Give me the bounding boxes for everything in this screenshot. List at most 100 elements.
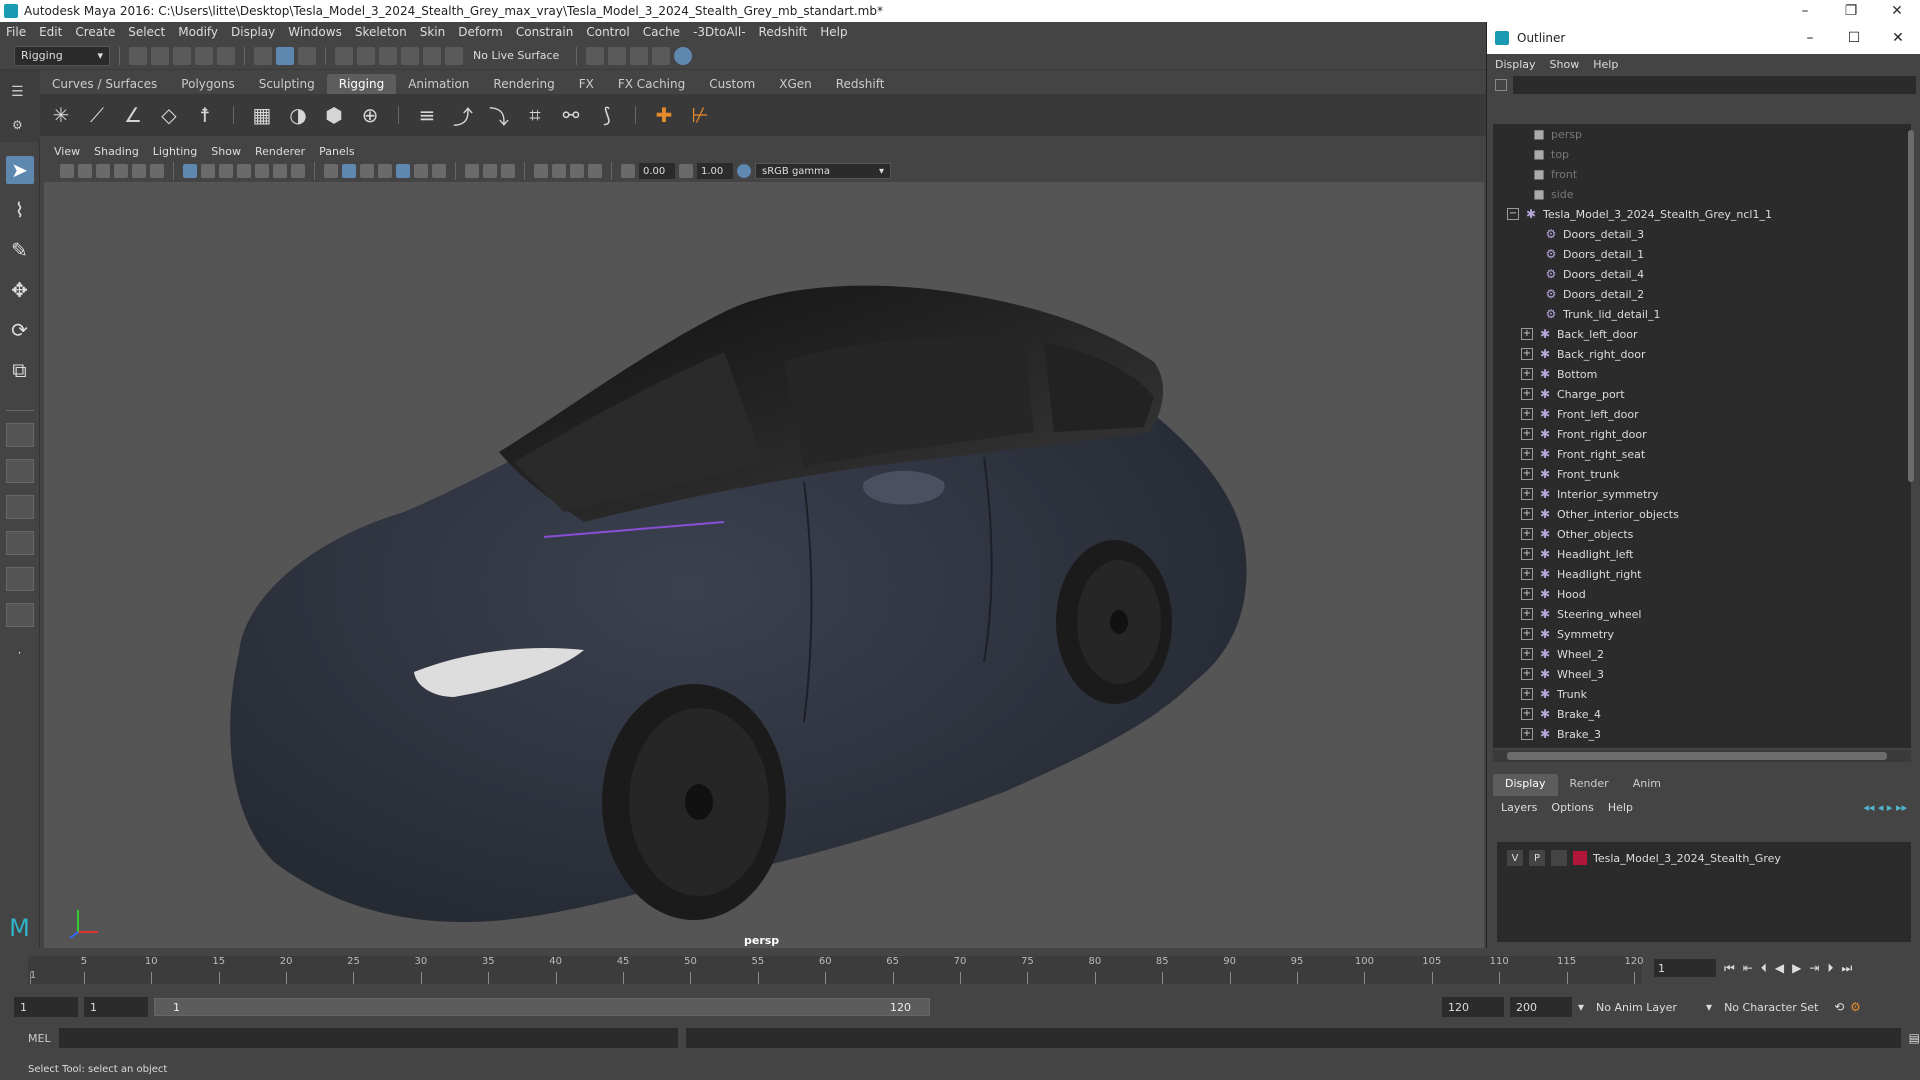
go-to-end-button[interactable]: ⏭ — [1841, 961, 1852, 976]
tree-row-group[interactable]: + ✱ Front_right_door — [1493, 424, 1911, 444]
menu-skin[interactable]: Skin — [420, 25, 446, 39]
textured-icon[interactable] — [396, 164, 410, 178]
bookmark-icon[interactable] — [96, 164, 110, 178]
expand-icon[interactable]: + — [1521, 408, 1533, 420]
new-scene-icon[interactable] — [129, 46, 147, 65]
tab-fx[interactable]: FX — [567, 74, 606, 94]
antialiasing-icon[interactable] — [570, 164, 584, 178]
layer-visibility-toggle[interactable]: V — [1507, 850, 1523, 866]
2d-pan-zoom-icon[interactable] — [132, 164, 146, 178]
tab-polygons[interactable]: Polygons — [169, 74, 246, 94]
tab-curves-surfaces[interactable]: Curves / Surfaces — [40, 74, 169, 94]
tree-row-group[interactable]: + ✱ Charge_port — [1493, 384, 1911, 404]
view-transform-dropdown[interactable]: sRGB gamma ▾ — [755, 163, 891, 179]
soft-mod-icon[interactable]: ⊕ — [357, 102, 383, 128]
tree-row-leaf[interactable]: ⚙ Doors_detail_1 — [1493, 244, 1911, 264]
chevron-down-icon[interactable]: ▾ — [1578, 1000, 1584, 1014]
menu-file[interactable]: File — [6, 25, 26, 39]
persp-graph-layout-button[interactable] — [5, 567, 34, 591]
tree-row-camera[interactable]: ■ persp — [1493, 124, 1911, 144]
panel-menu-view[interactable]: View — [54, 145, 80, 158]
menu-select[interactable]: Select — [128, 25, 165, 39]
expand-icon[interactable]: + — [1521, 688, 1533, 700]
expand-icon[interactable]: + — [1521, 388, 1533, 400]
grease-pencil-icon[interactable] — [150, 164, 164, 178]
tree-row-group[interactable]: + ✱ Back_right_door — [1493, 344, 1911, 364]
tree-row-group[interactable]: + ✱ Symmetry — [1493, 624, 1911, 644]
menu-skeleton[interactable]: Skeleton — [355, 25, 407, 39]
tree-row-leaf[interactable]: ⚙ Doors_detail_4 — [1493, 264, 1911, 284]
script-editor-icon[interactable]: ▤ — [1909, 1031, 1920, 1045]
wireframe-icon[interactable] — [324, 164, 338, 178]
interactive-bind-icon[interactable]: ⤴ — [450, 102, 476, 129]
persp-hypershade-layout-button[interactable] — [5, 603, 34, 627]
hypershade-icon[interactable] — [652, 46, 670, 65]
safe-action-icon[interactable] — [273, 164, 287, 178]
select-hierarchy-icon[interactable] — [254, 46, 272, 65]
expand-icon[interactable]: + — [1521, 468, 1533, 480]
expand-icon[interactable]: + — [1521, 448, 1533, 460]
tab-animation[interactable]: Animation — [396, 74, 481, 94]
menu-redshift[interactable]: Redshift — [759, 25, 808, 39]
snap-point-icon[interactable] — [379, 46, 397, 65]
outliner-menu-show[interactable]: Show — [1550, 58, 1580, 71]
play-back-button[interactable]: ◀ — [1775, 961, 1784, 975]
animation-end-field[interactable]: 200 — [1510, 997, 1572, 1017]
playback-end-field[interactable]: 120 — [1442, 997, 1504, 1017]
outliner-vertical-scrollbar[interactable] — [1907, 126, 1915, 746]
expand-icon[interactable]: + — [1521, 488, 1533, 500]
play-forward-button[interactable]: ▶ — [1792, 961, 1801, 975]
layer-row[interactable]: V P Tesla_Model_3_2024_Stealth_Grey — [1497, 848, 1911, 868]
expand-icon[interactable]: + — [1521, 648, 1533, 660]
tree-row-group[interactable]: + ✱ Front_right_seat — [1493, 444, 1911, 464]
shelf-settings-icon[interactable]: ⚙ — [12, 118, 40, 132]
step-forward-key-button[interactable]: ⇥ — [1809, 961, 1819, 975]
default-material-icon[interactable] — [360, 164, 374, 178]
menu-control[interactable]: Control — [586, 25, 629, 39]
tree-row-group[interactable]: + ✱ Bottom — [1493, 364, 1911, 384]
outliner-close-button[interactable]: ✕ — [1876, 30, 1920, 46]
snap-surface-icon[interactable] — [423, 46, 441, 65]
more-layouts-icon[interactable]: · — [6, 639, 34, 667]
auto-key-icon[interactable]: ⟲ — [1834, 1000, 1844, 1014]
tree-row-group[interactable]: + ✱ Brake_4 — [1493, 704, 1911, 724]
wireframe-on-shaded-icon[interactable] — [378, 164, 392, 178]
xray-joints-icon[interactable] — [483, 164, 497, 178]
current-frame-field[interactable]: 1 — [1654, 959, 1716, 977]
expand-icon[interactable]: + — [1521, 608, 1533, 620]
perspective-viewport[interactable]: persp — [44, 182, 1484, 948]
command-language-label[interactable]: MEL — [28, 1032, 51, 1045]
color-management-icon[interactable] — [737, 164, 751, 178]
panel-menu-renderer[interactable]: Renderer — [255, 145, 305, 158]
wrap-deformer-icon[interactable]: ◑ — [285, 102, 311, 128]
tab-redshift[interactable]: Redshift — [824, 74, 897, 94]
tab-custom[interactable]: Custom — [697, 74, 767, 94]
ik-spline-icon[interactable]: ∠ — [120, 102, 146, 128]
go-to-start-button[interactable]: ⏮ — [1724, 961, 1735, 976]
move-tool-icon[interactable]: ✥ — [6, 276, 34, 304]
restore-button[interactable]: ❐ — [1828, 3, 1874, 19]
humanik-icon[interactable]: ☨ — [192, 102, 218, 128]
tab-render-layers[interactable]: Render — [1558, 774, 1621, 796]
menu-modify[interactable]: Modify — [178, 25, 218, 39]
panel-menu-shading[interactable]: Shading — [94, 145, 139, 158]
anim-layer-dropdown[interactable]: No Anim Layer — [1590, 997, 1701, 1017]
scrollbar-thumb[interactable] — [1507, 752, 1887, 760]
menu-constrain[interactable]: Constrain — [516, 25, 574, 39]
shadows-icon[interactable] — [432, 164, 446, 178]
tab-rigging[interactable]: Rigging — [326, 74, 397, 94]
paint-weights-icon[interactable]: ⤵ — [486, 102, 512, 129]
render-settings-icon[interactable] — [630, 46, 648, 65]
step-forward-frame-button[interactable]: ⏵ — [1827, 961, 1833, 976]
expand-icon[interactable]: + — [1521, 528, 1533, 540]
tree-row-leaf[interactable]: ⚙ Trunk_lid_detail_1 — [1493, 304, 1911, 324]
expand-icon[interactable]: + — [1521, 368, 1533, 380]
layer-menu-options[interactable]: Options — [1551, 801, 1593, 814]
expand-icon[interactable]: + — [1521, 328, 1533, 340]
scrollbar-thumb[interactable] — [1908, 130, 1914, 482]
tree-row-group[interactable]: + ✱ Headlight_left — [1493, 544, 1911, 564]
tab-display-layers[interactable]: Display — [1493, 774, 1558, 796]
persp-outliner-layout-button[interactable] — [5, 531, 34, 555]
select-object-icon[interactable] — [276, 46, 294, 65]
copy-weights-icon[interactable]: ⟆ — [594, 102, 620, 128]
